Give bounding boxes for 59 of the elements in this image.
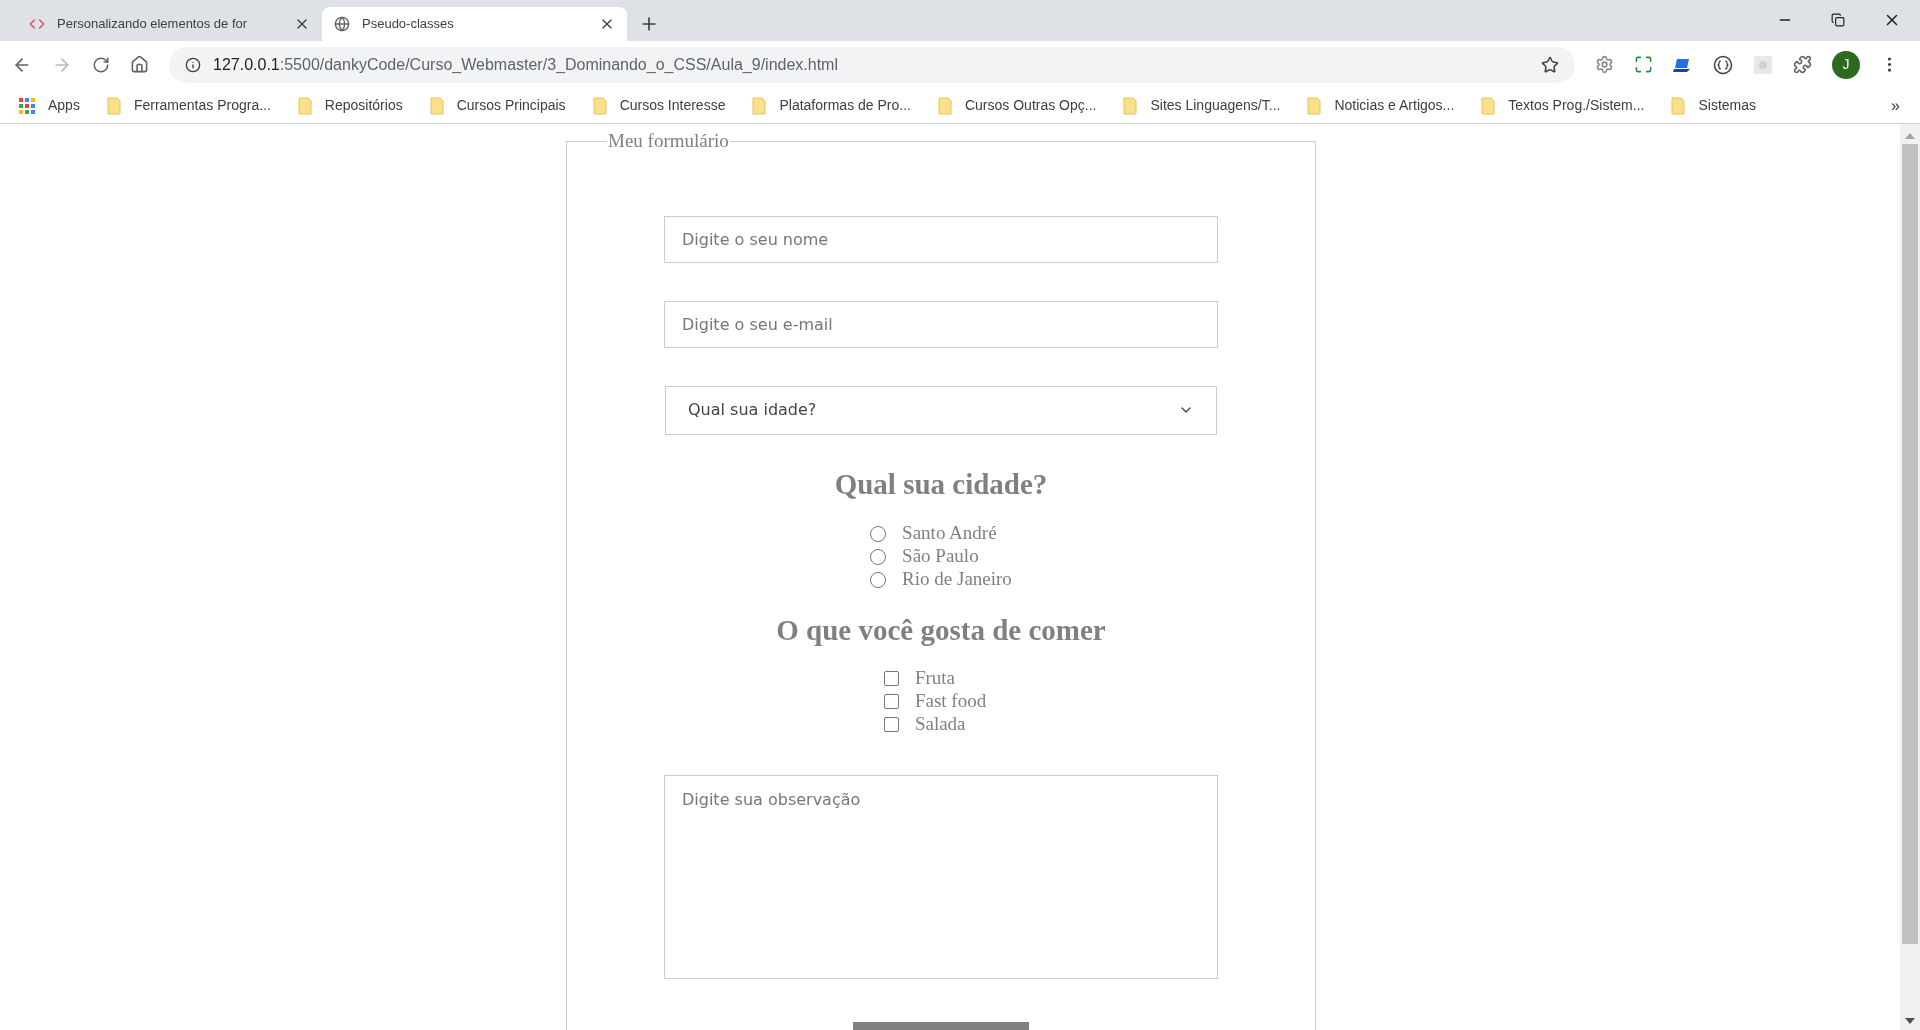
- tab-title: Personalizando elementos de for: [57, 15, 249, 34]
- home-icon[interactable]: [130, 55, 149, 74]
- gear-icon[interactable]: [1595, 55, 1614, 74]
- bookmark-item[interactable]: Sites Linguagens/T...: [1123, 95, 1281, 116]
- bookmark-item[interactable]: Apps: [19, 95, 80, 116]
- bookmark-item[interactable]: Noticias e Artigos...: [1307, 95, 1455, 116]
- section-heading: O que você gosta de comer: [776, 613, 1106, 648]
- apps-grid-icon: [19, 97, 35, 114]
- globe-icon: [334, 16, 350, 32]
- browser-tab[interactable]: Pseudo-classes: [322, 7, 627, 41]
- folder-icon: [752, 96, 767, 115]
- bookmark-item[interactable]: Repositórios: [297, 95, 403, 116]
- folder-icon: [429, 96, 444, 115]
- screen-capture-icon[interactable]: [1634, 55, 1653, 74]
- checkbox[interactable]: [883, 693, 899, 709]
- braces-icon[interactable]: [1713, 54, 1733, 75]
- more-bookmarks[interactable]: »: [1891, 93, 1900, 118]
- bookmark-item[interactable]: Sistemas: [1671, 95, 1756, 116]
- folder-icon: [1307, 96, 1322, 115]
- folder-icon: [1481, 96, 1496, 115]
- checkbox[interactable]: [883, 716, 899, 732]
- checkbox-label: Fast food: [914, 688, 987, 713]
- bookmark-item[interactable]: Cursos Principais: [429, 95, 566, 116]
- star-icon[interactable]: [1541, 55, 1559, 74]
- radio-label: São Paulo: [902, 544, 979, 569]
- bookmark-item[interactable]: Ferramentas Progra...: [106, 95, 271, 116]
- email-field[interactable]: Digite o seu e-mail: [664, 300, 1218, 348]
- folder-icon: [592, 96, 607, 115]
- address-bar[interactable]: 127.0.0.1:5500/dankyCode/Curso_Webmaster/3_Dominando_o_CSS/Aula_9/index.html: [169, 46, 1575, 83]
- checkbox-label: Salada: [914, 711, 966, 736]
- scroll-down-icon[interactable]: [1905, 1018, 1915, 1024]
- folder-icon: [106, 96, 121, 115]
- bookmark-item[interactable]: Cursos Outras Opç...: [937, 95, 1097, 116]
- code-icon: [29, 16, 45, 32]
- folder-icon: [1123, 96, 1138, 115]
- url-text: 127.0.0.1:5500/dankyCode/Curso_Webmaster/3_Dominando_o_CSS/Aula_9/index.html: [213, 54, 839, 75]
- name-field[interactable]: Digite o seu nome: [664, 215, 1218, 263]
- tab-title: Pseudo-classes: [362, 15, 455, 34]
- info-icon: [185, 56, 201, 73]
- folder-icon: [937, 96, 952, 115]
- restore-icon[interactable]: [1831, 13, 1845, 27]
- folder-icon: [297, 96, 312, 115]
- reload-icon[interactable]: [92, 55, 110, 74]
- scrollbar[interactable]: [1900, 124, 1920, 1030]
- section-heading: Qual sua cidade?: [834, 466, 1048, 502]
- puzzle-icon[interactable]: [1793, 55, 1812, 74]
- radio-label: Rio de Janeiro: [902, 567, 1012, 592]
- bookmark-item[interactable]: Textos Prog./Sistem...: [1481, 95, 1645, 116]
- notes-field[interactable]: Digite sua observação: [664, 774, 1218, 979]
- laptop-icon[interactable]: [1673, 56, 1693, 73]
- profile-avatar[interactable]: J: [1832, 50, 1860, 79]
- age-select[interactable]: Qual sua idade?: [665, 385, 1217, 435]
- checkbox-label: Fruta: [914, 665, 955, 690]
- form-legend: Meu formulário: [607, 127, 730, 156]
- checkbox[interactable]: [883, 670, 899, 686]
- bookmark-item[interactable]: Cursos Interesse: [592, 95, 726, 116]
- bookmark-item[interactable]: Plataformas de Pro...: [752, 95, 911, 116]
- folder-icon: [1671, 96, 1686, 115]
- radio-label: Santo André: [902, 521, 997, 546]
